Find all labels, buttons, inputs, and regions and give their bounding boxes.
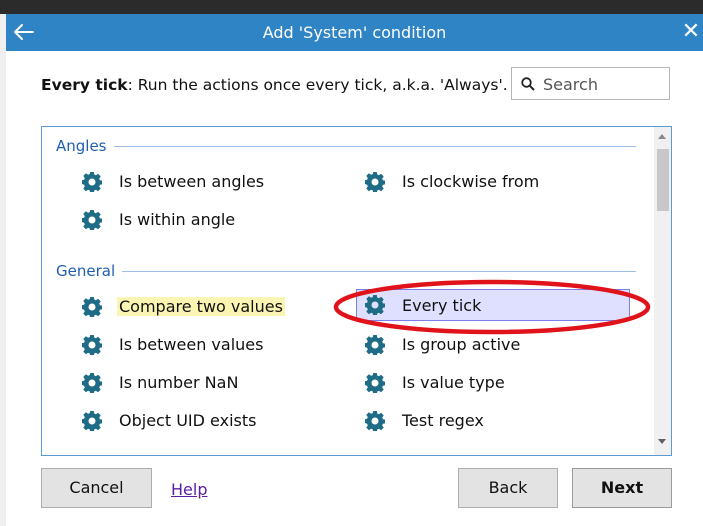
gear-icon bbox=[82, 411, 102, 431]
gear-icon bbox=[365, 373, 385, 393]
list-item-label: Test regex bbox=[402, 411, 484, 430]
list-item-label: Is group active bbox=[402, 335, 521, 354]
cancel-button[interactable]: Cancel bbox=[41, 468, 152, 508]
scroll-down-icon[interactable] bbox=[658, 439, 666, 444]
condition-name: Every tick bbox=[41, 76, 128, 94]
list-scrollbar[interactable] bbox=[654, 127, 671, 455]
list-item[interactable]: Is within angle bbox=[82, 205, 332, 235]
condition-description-text: : Run the actions once every tick, a.k.a… bbox=[127, 76, 508, 94]
list-item[interactable]: Is value type bbox=[365, 368, 625, 398]
scroll-up-icon[interactable] bbox=[658, 134, 666, 139]
list-item-label: Is between values bbox=[119, 335, 264, 354]
next-button[interactable]: Next bbox=[572, 468, 672, 508]
list-item-label: Object UID exists bbox=[119, 411, 257, 430]
condition-description: Every tick: Run the actions once every t… bbox=[41, 76, 508, 94]
gear-icon bbox=[365, 172, 385, 192]
search-icon bbox=[521, 77, 535, 91]
help-link[interactable]: Help bbox=[171, 480, 207, 499]
add-condition-dialog: Add 'System' condition ✕ Every tick: Run… bbox=[6, 14, 703, 526]
gear-icon bbox=[82, 172, 102, 192]
group-header-general: General bbox=[56, 262, 116, 280]
list-item[interactable]: Is group active bbox=[365, 330, 625, 360]
list-item[interactable]: Is clockwise from bbox=[365, 167, 625, 197]
list-item-label: Is number NaN bbox=[119, 373, 239, 392]
group-divider bbox=[122, 271, 636, 272]
list-item[interactable]: Is between angles bbox=[82, 167, 332, 197]
gear-icon bbox=[82, 373, 102, 393]
list-item-label: Is clockwise from bbox=[402, 172, 540, 191]
list-item[interactable]: Test regex bbox=[365, 406, 625, 436]
window-top-strip bbox=[0, 0, 703, 14]
gear-icon bbox=[365, 335, 385, 355]
dialog-titlebar: Add 'System' condition ✕ bbox=[6, 14, 703, 51]
list-item-label: Is within angle bbox=[119, 210, 236, 229]
search-input[interactable] bbox=[541, 71, 667, 98]
gear-icon bbox=[82, 297, 102, 317]
condition-list: Angles Is between angles Is clockwise fr… bbox=[41, 126, 672, 456]
list-item-selected[interactable]: Every tick bbox=[356, 289, 630, 321]
gear-icon bbox=[365, 411, 385, 431]
list-item[interactable]: Is number NaN bbox=[82, 368, 332, 398]
list-item-label: Is between angles bbox=[119, 172, 265, 191]
list-item-label: Every tick bbox=[402, 296, 482, 315]
scroll-thumb[interactable] bbox=[657, 149, 669, 211]
list-item[interactable]: Compare two values bbox=[82, 292, 332, 322]
group-header-angles: Angles bbox=[56, 137, 107, 155]
list-item[interactable]: Is between values bbox=[82, 330, 332, 360]
list-item-label: Compare two values bbox=[117, 297, 285, 316]
dialog-title: Add 'System' condition bbox=[262, 23, 447, 42]
group-divider bbox=[114, 146, 636, 147]
gear-icon bbox=[82, 210, 102, 230]
search-box[interactable] bbox=[511, 67, 670, 100]
gear-icon bbox=[82, 335, 102, 355]
list-item[interactable]: Object UID exists bbox=[82, 406, 332, 436]
close-icon[interactable]: ✕ bbox=[679, 19, 703, 45]
gear-icon bbox=[365, 295, 385, 315]
back-button[interactable]: Back bbox=[458, 468, 558, 508]
list-item-label: Is value type bbox=[402, 373, 505, 392]
